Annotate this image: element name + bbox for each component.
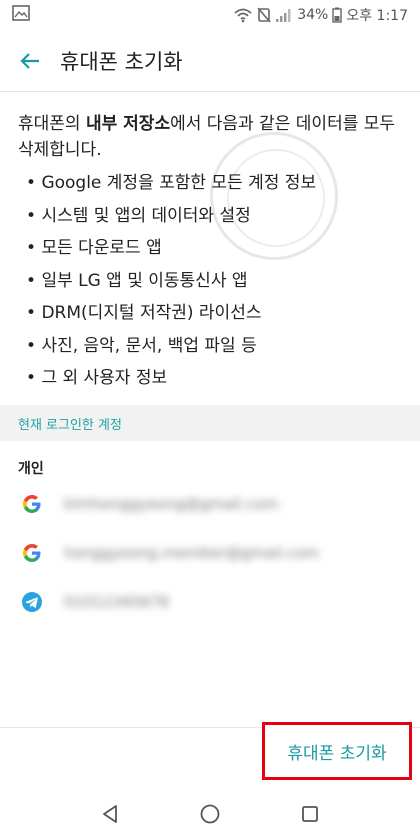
- wifi-icon: [233, 7, 253, 23]
- back-arrow-icon[interactable]: [16, 47, 44, 75]
- intro-prefix: 휴대폰의: [18, 114, 86, 134]
- signal-icon: [275, 7, 293, 23]
- list-item: 그 외 사용자 정보: [26, 362, 420, 395]
- back-nav-icon[interactable]: [94, 798, 126, 830]
- home-nav-icon[interactable]: [194, 798, 226, 830]
- account-group-label: 개인: [18, 461, 44, 477]
- bottom-action-bar: 휴대폰 초기화: [0, 722, 420, 787]
- account-email: kimhonggyeong@gmail.com: [64, 495, 279, 513]
- list-item: 모든 다운로드 앱: [26, 232, 420, 265]
- intro-text: 휴대폰의 내부 저장소에서 다음과 같은 데이터를 모두 삭제합니다.: [0, 93, 420, 163]
- app-bar: 휴대폰 초기화: [0, 30, 420, 92]
- page-title: 휴대폰 초기화: [60, 49, 183, 74]
- account-row: honggyeong.member@gmail.com: [0, 529, 420, 577]
- section-header: 현재 로그인한 계정: [0, 405, 420, 441]
- list-item: 일부 LG 앱 및 이동통신사 앱: [26, 265, 420, 298]
- battery-icon: [332, 7, 343, 23]
- silent-icon: [257, 7, 271, 23]
- list-item: 사진, 음악, 문서, 백업 파일 등: [26, 330, 420, 363]
- status-time: 오후 1:17: [346, 8, 408, 24]
- account-phone: 01012345678: [64, 593, 169, 611]
- account-row: kimhonggyeong@gmail.com: [0, 480, 420, 528]
- navigation-bar: [0, 787, 420, 840]
- main-content: 휴대폰의 내부 저장소에서 다음과 같은 데이터를 모두 삭제합니다. Goog…: [0, 93, 420, 395]
- status-bar: 34% 오후 1:17: [0, 0, 420, 30]
- list-item: DRM(디지털 저작권) 라이선스: [26, 297, 420, 330]
- gallery-icon: [12, 5, 30, 25]
- recents-nav-icon[interactable]: [294, 798, 326, 830]
- list-item: 시스템 및 앱의 데이터와 설정: [26, 200, 420, 233]
- google-icon: [18, 490, 46, 518]
- google-icon: [18, 539, 46, 567]
- list-item: Google 계정을 포함한 모든 계정 정보: [26, 167, 420, 200]
- battery-percent: 34%: [297, 7, 329, 23]
- intro-bold: 내부 저장소: [85, 114, 171, 134]
- account-email: honggyeong.member@gmail.com: [64, 544, 320, 562]
- data-list: Google 계정을 포함한 모든 계정 정보 시스템 및 앱의 데이터와 설정…: [0, 163, 420, 395]
- reset-phone-button[interactable]: 휴대폰 초기화: [262, 722, 412, 780]
- account-row: 01012345678: [0, 578, 420, 626]
- telegram-icon: [18, 588, 46, 616]
